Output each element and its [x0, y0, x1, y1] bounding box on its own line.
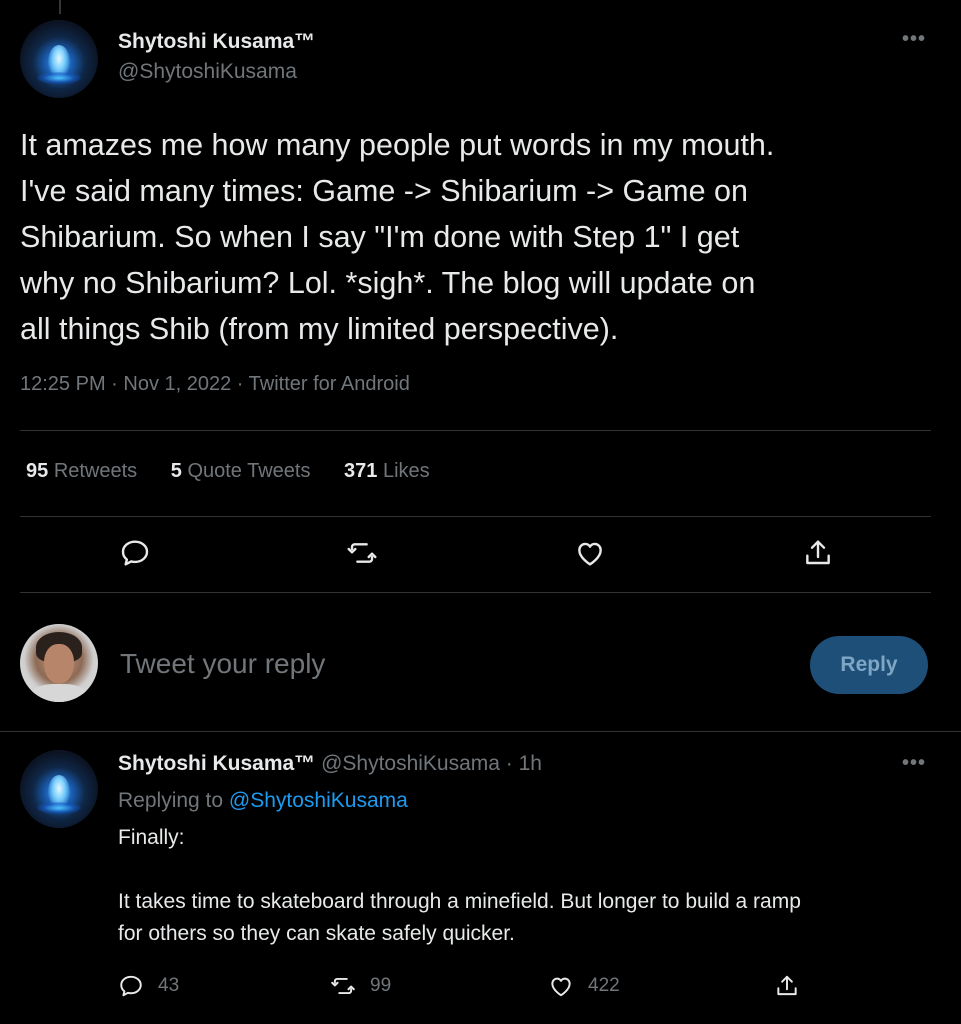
user-avatar[interactable]: [20, 624, 98, 702]
reply-input[interactable]: Tweet your reply: [120, 648, 325, 680]
reply-count: 43: [158, 975, 180, 996]
like-icon[interactable]: [574, 537, 606, 569]
like-icon: [551, 977, 571, 997]
retweet-icon: [331, 977, 355, 995]
quote-tweets-stat[interactable]: 5 Quote Tweets: [171, 460, 311, 482]
divider: [20, 516, 931, 517]
reply-author-name[interactable]: Shytoshi Kusama™: [118, 752, 315, 775]
tweet-text: It amazes me how many people put words i…: [20, 128, 775, 346]
reply-reply-button[interactable]: 43: [118, 973, 179, 999]
more-horizontal-icon[interactable]: •••: [902, 28, 926, 51]
reply-header: Shytoshi Kusama™ @ShytoshiKusama · 1h: [118, 752, 542, 776]
tweet-stats: 95 Retweets 5 Quote Tweets 371 Likes: [26, 460, 458, 483]
reply-retweet-button[interactable]: 99: [330, 973, 391, 999]
replying-to: Replying to @ShytoshiKusama: [118, 789, 408, 812]
reply-text: Finally: It takes time to skateboard thr…: [118, 826, 801, 945]
divider: [0, 731, 961, 732]
author-handle[interactable]: @ShytoshiKusama: [118, 60, 297, 84]
reply-button[interactable]: Reply: [810, 636, 928, 694]
thread-connector-line: [59, 0, 61, 14]
like-count: 422: [588, 975, 620, 996]
retweet-icon[interactable]: [346, 537, 378, 569]
likes-stat[interactable]: 371 Likes: [344, 460, 430, 482]
divider: [20, 592, 931, 593]
divider: [20, 430, 931, 431]
tweet-timestamp[interactable]: 12:25 PM · Nov 1, 2022 · Twitter for And…: [20, 373, 410, 396]
retweets-stat[interactable]: 95 Retweets: [26, 460, 137, 482]
share-icon[interactable]: [802, 537, 834, 569]
reply-author-avatar[interactable]: [20, 750, 98, 828]
share-icon: [777, 975, 797, 996]
retweet-count: 99: [370, 975, 392, 996]
mention-link[interactable]: @ShytoshiKusama: [229, 789, 408, 812]
reply-icon: [120, 975, 142, 997]
reply-author-handle[interactable]: @ShytoshiKusama · 1h: [321, 752, 542, 775]
reply-share-button[interactable]: [774, 973, 800, 999]
reply-like-button[interactable]: 422: [548, 973, 620, 999]
author-avatar[interactable]: [20, 20, 98, 98]
author-name[interactable]: Shytoshi Kusama™: [118, 30, 315, 54]
more-horizontal-icon[interactable]: •••: [902, 752, 926, 775]
reply-icon[interactable]: [119, 537, 151, 569]
